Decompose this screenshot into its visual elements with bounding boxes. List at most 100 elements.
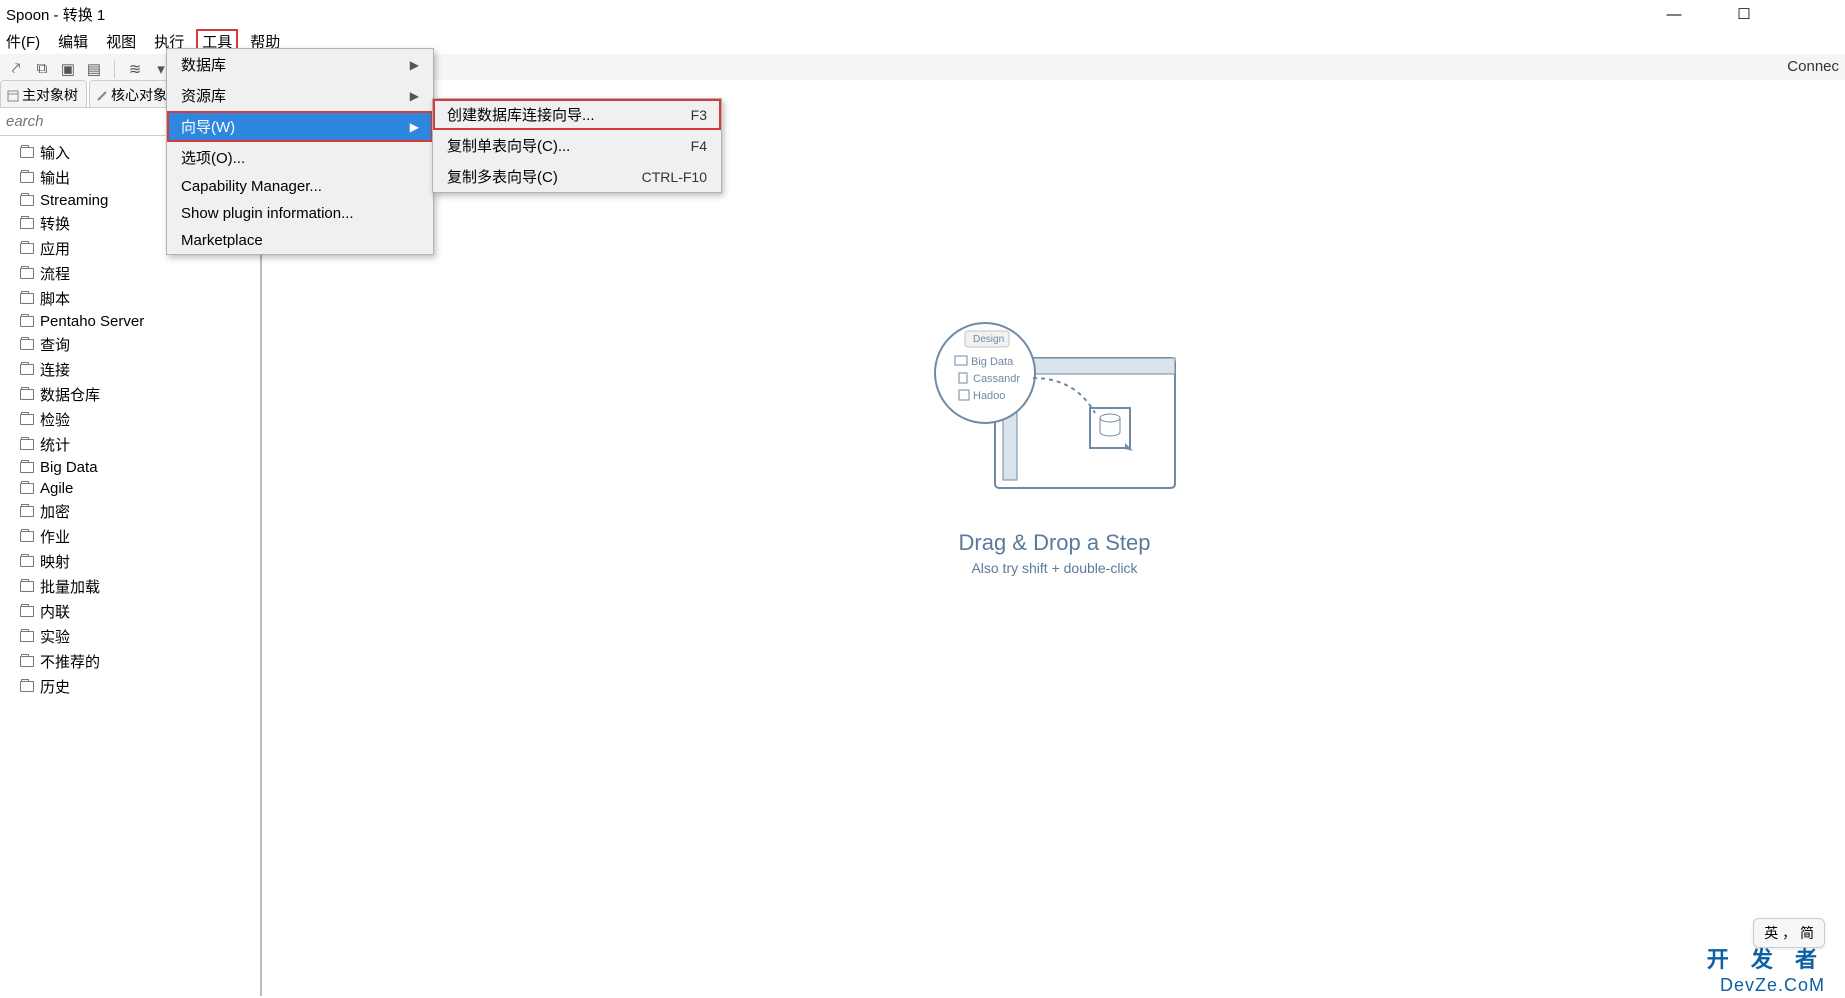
tree-item[interactable]: 数据仓库 — [0, 382, 260, 407]
toolbar-layers-icon[interactable]: ≋ — [125, 59, 145, 79]
tree-item-label: 批量加载 — [40, 576, 100, 597]
placeholder-subtitle: Also try shift + double-click — [925, 560, 1185, 576]
menu-view[interactable]: 视图 — [100, 29, 142, 54]
menu-file[interactable]: 件(F) — [0, 29, 46, 54]
tree-item[interactable]: 脚本 — [0, 286, 260, 311]
svg-text:Cassandr: Cassandr — [973, 373, 1020, 385]
tree-item[interactable]: 检验 — [0, 407, 260, 432]
pencil-icon — [96, 89, 108, 101]
tools-menu-item[interactable]: 选项(O)... — [167, 142, 433, 173]
tree-item[interactable]: Big Data — [0, 457, 260, 478]
folder-icon — [20, 681, 34, 692]
tree-item[interactable]: 映射 — [0, 549, 260, 574]
folder-icon — [20, 316, 34, 327]
tree-item-label: Pentaho Server — [40, 313, 144, 330]
tree-item[interactable]: Agile — [0, 478, 260, 499]
menu-item-label: 复制单表向导(C)... — [447, 135, 570, 156]
tab-core-objects[interactable]: 核心对象 — [89, 80, 176, 107]
toolbar-save-icon[interactable]: ▣ — [58, 59, 78, 79]
menu-item-label: 资源库 — [181, 85, 226, 106]
folder-icon — [20, 414, 34, 425]
tools-menu-item[interactable]: Show plugin information... — [167, 200, 433, 227]
diagram-tab-label: Design — [973, 334, 1004, 345]
tree-item-label: 脚本 — [40, 288, 70, 309]
folder-icon — [20, 483, 34, 494]
folder-icon — [20, 531, 34, 542]
toolbar-new-icon[interactable]: ⤤ — [6, 59, 26, 79]
tree-item-label: 转换 — [40, 213, 70, 234]
tab-core-objects-label: 核心对象 — [111, 85, 167, 105]
svg-text:Hadoo: Hadoo — [973, 390, 1005, 402]
window-title: Spoon - 转换 1 — [6, 4, 105, 25]
folder-icon — [20, 556, 34, 567]
tree-item[interactable]: 实验 — [0, 624, 260, 649]
menu-edit[interactable]: 编辑 — [52, 29, 94, 54]
tree-item-label: Big Data — [40, 459, 98, 476]
tree-item-label: Streaming — [40, 192, 108, 209]
tree-item-label: 输入 — [40, 142, 70, 163]
tools-menu-item[interactable]: Marketplace — [167, 227, 433, 254]
menu-item-shortcut: F3 — [691, 107, 707, 123]
tree-item-label: 输出 — [40, 167, 70, 188]
tree-item-label: 映射 — [40, 551, 70, 572]
tree-item[interactable]: 统计 — [0, 432, 260, 457]
drag-drop-diagram: Design Big Data Cassandr Hadoo — [925, 318, 1185, 518]
wizard-submenu: 创建数据库连接向导...F3 复制单表向导(C)... F4 复制多表向导(C) CTR… — [432, 98, 722, 193]
tree-item[interactable]: 加密 — [0, 499, 260, 524]
folder-icon — [20, 606, 34, 617]
tree-item[interactable]: 查询 — [0, 332, 260, 357]
submenu-arrow-icon: ▶ — [410, 89, 419, 103]
wizard-menu-item[interactable]: 创建数据库连接向导...F3 — [433, 99, 721, 130]
tree-item-label: 检验 — [40, 409, 70, 430]
tab-main-tree-label: 主对象树 — [22, 85, 78, 105]
minimize-button[interactable]: — — [1651, 6, 1697, 23]
menu-item-label: 数据库 — [181, 54, 226, 75]
folder-icon — [20, 147, 34, 158]
tree-item[interactable]: Pentaho Server — [0, 311, 260, 332]
tree-item[interactable]: 流程 — [0, 261, 260, 286]
tree: 输入输出Streaming转换应用流程脚本Pentaho Server查询连接数… — [0, 136, 260, 996]
tree-item-label: 历史 — [40, 676, 70, 697]
tree-item[interactable]: 连接 — [0, 357, 260, 382]
menu-item-shortcut: F4 — [691, 138, 707, 154]
tree-item-label: 查询 — [40, 334, 70, 355]
watermark-url: DevZe.CoM — [1720, 975, 1825, 996]
folder-icon — [20, 462, 34, 473]
tree-item-label: 不推荐的 — [40, 651, 100, 672]
tree-item-label: 加密 — [40, 501, 70, 522]
tree-item[interactable]: 批量加载 — [0, 574, 260, 599]
tools-menu-item[interactable]: 向导(W)▶ — [167, 111, 433, 142]
folder-icon — [20, 195, 34, 206]
tools-dropdown: 数据库▶ 资源库 ▶ 向导(W)▶选项(O)...Capability Manager… — [166, 48, 434, 255]
tools-menu-item[interactable]: 资源库 ▶ — [167, 80, 433, 111]
toolbar-saveas-icon[interactable]: ▤ — [84, 59, 104, 79]
tree-item-label: 数据仓库 — [40, 384, 100, 405]
maximize-button[interactable]: ☐ — [1721, 5, 1767, 23]
wizard-menu-item[interactable]: 复制多表向导(C) CTRL-F10 — [433, 161, 721, 192]
folder-icon — [20, 656, 34, 667]
folder-icon — [20, 293, 34, 304]
connect-label[interactable]: Connec — [1787, 58, 1839, 75]
tree-item[interactable]: 历史 — [0, 674, 260, 699]
wizard-menu-item[interactable]: 复制单表向导(C)... F4 — [433, 130, 721, 161]
placeholder-title: Drag & Drop a Step — [925, 530, 1185, 556]
title-bar: Spoon - 转换 1 — [0, 0, 1845, 28]
tools-menu-item[interactable]: 数据库▶ — [167, 49, 433, 80]
tools-menu-item[interactable]: Capability Manager... — [167, 173, 433, 200]
tree-icon — [7, 89, 19, 101]
menu-item-label: 复制多表向导(C) — [447, 166, 558, 187]
tree-item-label: 实验 — [40, 626, 70, 647]
canvas[interactable]: Design Big Data Cassandr Hadoo Drag & Dr… — [264, 80, 1845, 998]
tree-item[interactable]: 不推荐的 — [0, 649, 260, 674]
tree-item-label: 内联 — [40, 601, 70, 622]
menu-item-label: 向导(W) — [181, 116, 235, 137]
menu-item-shortcut: CTRL-F10 — [642, 169, 707, 185]
tree-item[interactable]: 作业 — [0, 524, 260, 549]
toolbar-open-icon[interactable]: ⧉ — [32, 59, 52, 79]
folder-icon — [20, 581, 34, 592]
watermark-cn: 开 发 者 — [1707, 942, 1825, 974]
tree-item-label: 连接 — [40, 359, 70, 380]
folder-icon — [20, 439, 34, 450]
tree-item[interactable]: 内联 — [0, 599, 260, 624]
tab-main-tree[interactable]: 主对象树 — [0, 80, 87, 107]
